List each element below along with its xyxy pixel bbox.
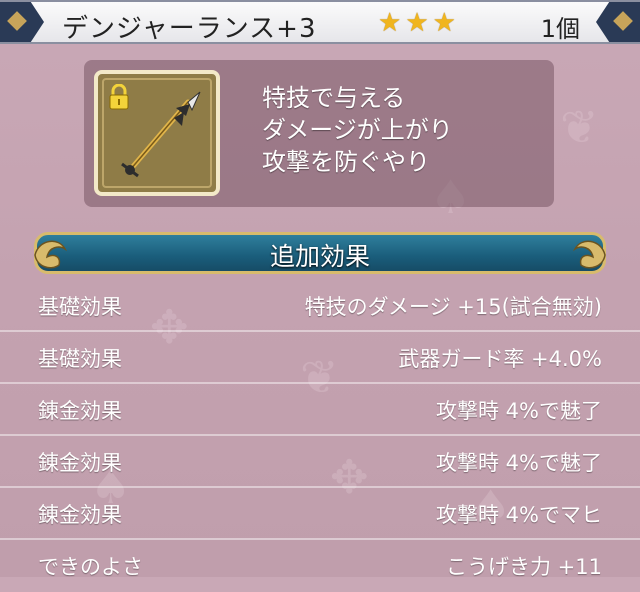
- item-count: 1個: [540, 15, 580, 43]
- effect-row: 錬金効果 攻撃時 4%でマヒ: [0, 488, 640, 540]
- item-icon-frame[interactable]: [94, 70, 220, 196]
- item-header: デンジャーランス+3 ★ ★ ★ 1個: [0, 0, 640, 44]
- effect-row: 錬金効果 攻撃時 4%で魅了: [0, 436, 640, 488]
- item-detail-panel: 特技で与える ダメージが上がり 攻撃を防ぐやり: [84, 60, 554, 207]
- effect-value: 武器ガード率 +4.0%: [398, 347, 602, 371]
- star-icon: ★: [432, 8, 456, 38]
- star-icon: ★: [405, 8, 429, 38]
- effect-label: 錬金効果: [38, 399, 122, 423]
- section-banner: 追加効果: [34, 232, 606, 274]
- description-line: 攻撃を防ぐやり: [262, 148, 430, 176]
- effect-row: 錬金効果 攻撃時 4%で魅了: [0, 384, 640, 436]
- star-rating: ★ ★ ★: [378, 8, 456, 38]
- effect-label: 錬金効果: [38, 451, 122, 475]
- effect-row: できのよさ こうげき力 +11: [0, 540, 640, 592]
- effect-value: 特技のダメージ +15(試合無効): [304, 295, 602, 319]
- effect-value: 攻撃時 4%でマヒ: [436, 503, 602, 527]
- effect-row: 基礎効果 武器ガード率 +4.0%: [0, 332, 640, 384]
- header-ornament-right: [596, 2, 640, 42]
- item-name: デンジャーランス+3: [62, 14, 317, 44]
- description-line: 特技で与える: [262, 84, 406, 112]
- item-description: 特技で与える ダメージが上がり 攻撃を防ぐやり: [262, 82, 453, 178]
- section-title: 追加効果: [269, 242, 370, 271]
- effect-row: 基礎効果 特技のダメージ +15(試合無効): [0, 280, 640, 332]
- effect-value: 攻撃時 4%で魅了: [436, 451, 602, 475]
- effect-label: 基礎効果: [38, 295, 122, 319]
- star-icon: ★: [378, 8, 402, 38]
- description-line: ダメージが上がり: [262, 116, 453, 144]
- header-ornament-left: [0, 2, 44, 42]
- spear-icon: [121, 91, 201, 178]
- effect-label: 錬金効果: [38, 503, 122, 527]
- effect-label: 基礎効果: [38, 347, 122, 371]
- effect-value: 攻撃時 4%で魅了: [436, 399, 602, 423]
- dragon-ornament-icon: [573, 240, 606, 269]
